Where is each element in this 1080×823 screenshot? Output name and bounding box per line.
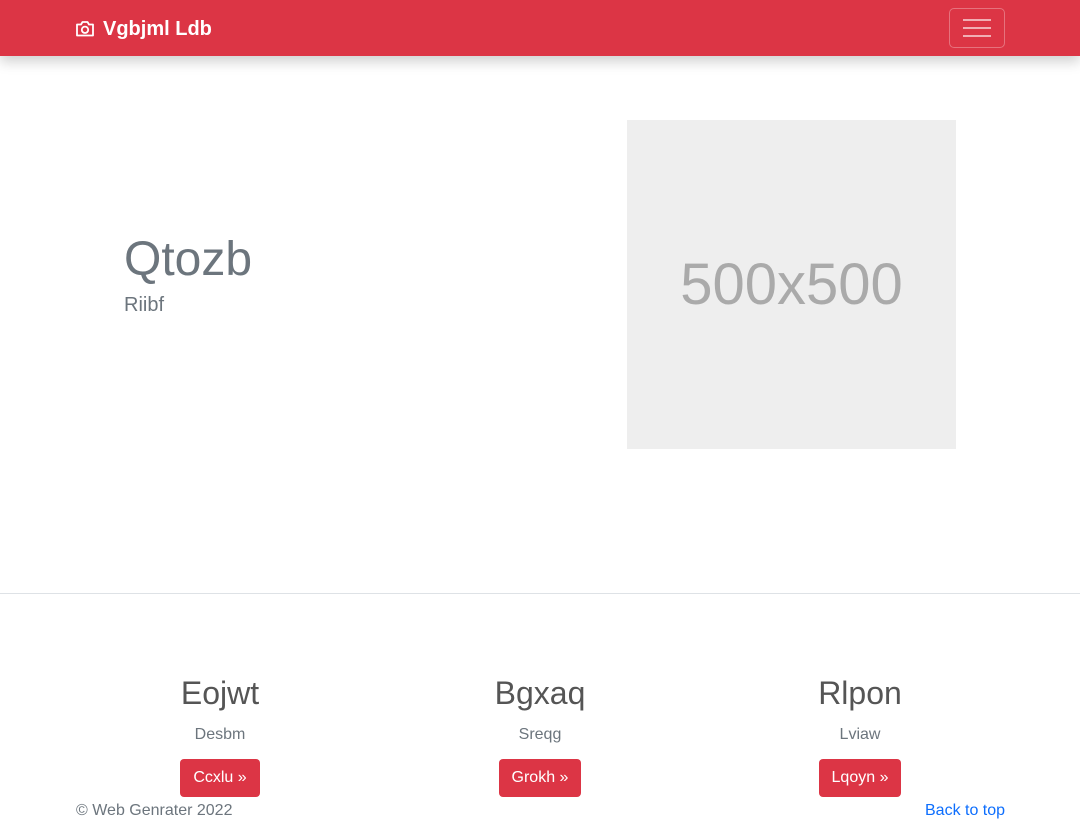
feature-title: Rlpon: [818, 675, 902, 711]
hero-subtitle: Riibf: [124, 294, 165, 316]
hero-image-placeholder: 500x500: [627, 120, 956, 449]
placeholder-text: 500x500: [680, 252, 903, 317]
feature-text: Sreqg: [518, 726, 562, 744]
navbar-toggler-button[interactable]: [949, 8, 1005, 48]
feature-column: Eojwt Desbm Ccxlu »: [60, 674, 380, 798]
feature-title: Bgxaq: [494, 675, 586, 711]
back-to-top-link[interactable]: Back to top: [925, 802, 1005, 820]
feature-title: Eojwt: [180, 675, 260, 711]
hamburger-menu-icon: [963, 19, 991, 37]
camera-icon: [76, 21, 94, 37]
section-divider: [0, 593, 1080, 594]
feature-button[interactable]: Lqoyn »: [818, 759, 902, 798]
brand-label: Vgbjml Ldb: [103, 17, 212, 40]
feature-column: Rlpon Lviaw Lqoyn »: [700, 674, 1020, 798]
brand-link[interactable]: Vgbjml Ldb: [75, 16, 212, 42]
feature-button[interactable]: Grokh »: [498, 759, 582, 798]
footer-copyright: © Web Genrater 2022: [76, 802, 233, 819]
feature-column: Bgxaq Sreqg Grokh »: [380, 674, 700, 798]
feature-text: Desbm: [194, 726, 246, 744]
top-navbar: Vgbjml Ldb: [0, 0, 1080, 56]
feature-text: Lviaw: [839, 726, 881, 744]
feature-button[interactable]: Ccxlu »: [180, 759, 260, 798]
hero-title: Qtozb: [124, 233, 253, 286]
